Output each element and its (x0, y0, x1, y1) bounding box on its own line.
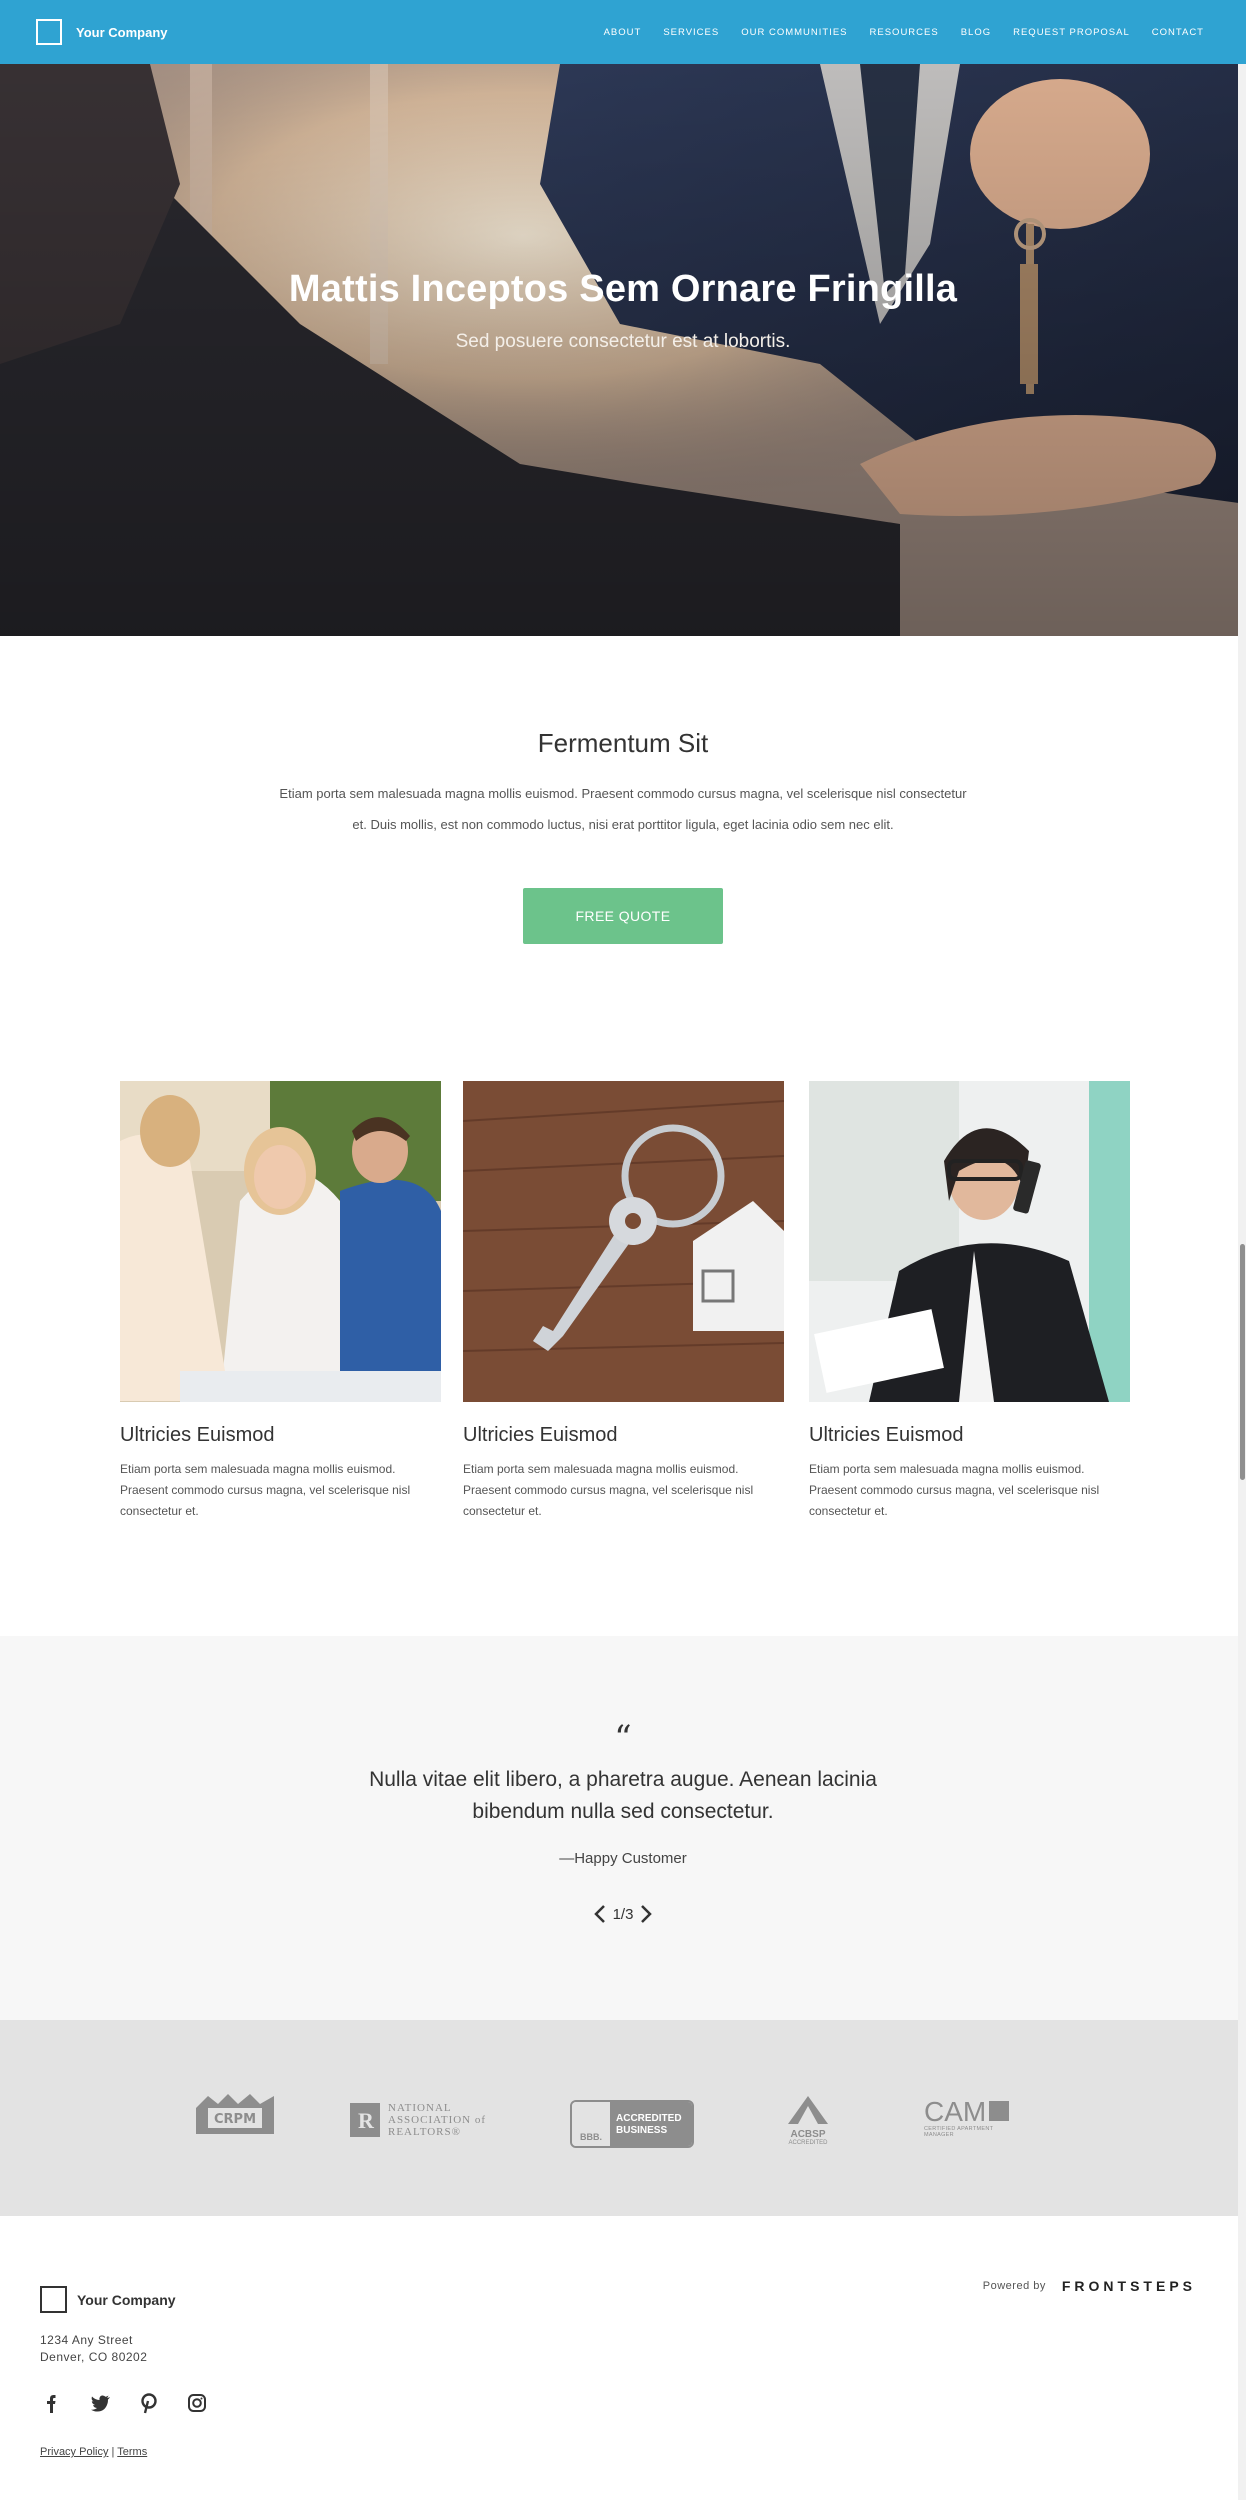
nav-item-services[interactable]: SERVICES (663, 27, 719, 38)
realtor-r-icon: R (350, 2103, 380, 2137)
free-quote-button[interactable]: FREE QUOTE (523, 888, 723, 944)
card-text: Etiam porta sem malesuada magna mollis e… (120, 1462, 411, 1518)
acbsp-text: ACBSP (790, 2129, 826, 2140)
pager-count: 1/3 (612, 1905, 634, 1923)
card-image-keys (463, 1081, 784, 1402)
crpm-text: CRPM (214, 2112, 256, 2127)
card-image-woman-phone (809, 1081, 1130, 1402)
page-scrollbar[interactable] (1238, 0, 1246, 2500)
feature-card: Ultricies Euismod Etiam porta sem malesu… (120, 1081, 441, 1522)
nar-line2: ASSOCIATION of (388, 2114, 487, 2126)
main-menu: ABOUT SERVICES OUR COMMUNITIES RESOURCES… (604, 27, 1204, 38)
nar-logo: R NATIONAL ASSOCIATION of REALTORS® (350, 2102, 486, 2138)
powered-by[interactable]: Powered by FRONTSTEPS (983, 2278, 1196, 2294)
accreditation-logos: CRPM R NATIONAL ASSOCIATION of REALTORS®… (0, 2020, 1246, 2216)
address-line1: 1234 Any Street (40, 2333, 133, 2347)
nav-item-blog[interactable]: BLOG (961, 27, 991, 38)
bbb-line1: ACCREDITED (616, 2113, 682, 2124)
acbsp-logo: ACBSP ACCREDITED (783, 2096, 833, 2146)
card-photo (809, 1081, 1130, 1402)
brand-name: Your Company (76, 24, 168, 40)
card-image-couple (120, 1081, 441, 1402)
intro-text: Etiam porta sem malesuada magna mollis e… (279, 786, 967, 832)
scrollbar-thumb[interactable] (1240, 1244, 1245, 1480)
brand-logo-link[interactable]: Your Company (36, 19, 168, 45)
hero-subtitle: Sed posuere consectetur est at lobortis. (455, 331, 791, 352)
social-links (40, 2392, 210, 2414)
acbsp-subtext: ACCREDITED (788, 2140, 828, 2146)
frontsteps-logo: FRONTSTEPS (1061, 2278, 1196, 2294)
testimonial-quote: Nulla vitae elit libero, a pharetra augu… (369, 1768, 877, 1823)
crpm-logo: CRPM (194, 2090, 276, 2145)
card-title: Ultricies Euismod (463, 1424, 618, 1446)
nav-item-resources[interactable]: RESOURCES (870, 27, 939, 38)
footer-brand-name: Your Company (77, 2291, 176, 2308)
terms-link[interactable]: Terms (117, 2446, 147, 2458)
nav-item-contact[interactable]: CONTACT (1152, 27, 1204, 38)
logo-placeholder-icon (40, 2286, 67, 2313)
intro-title: Fermentum Sit (537, 728, 709, 758)
card-title: Ultricies Euismod (120, 1424, 275, 1446)
quote-mark-icon: “ (614, 1718, 632, 1758)
hero-title: Mattis Inceptos Sem Ornare Fringilla (288, 268, 958, 310)
testimonial-section: “ Nulla vitae elit libero, a pharetra au… (0, 1636, 1246, 2020)
privacy-policy-link[interactable]: Privacy Policy (40, 2446, 108, 2458)
cam-badge-icon (989, 2101, 1010, 2121)
cam-logo: CAM CERTIFIED APARTMENT MANAGER (924, 2096, 1010, 2138)
footer: Your Company 1234 Any Street Denver, CO … (0, 2216, 1246, 2500)
card-photo (463, 1081, 784, 1402)
cam-small2: MANAGER (924, 2132, 954, 2138)
card-text: Etiam porta sem malesuada magna mollis e… (463, 1462, 754, 1518)
facebook-icon[interactable] (40, 2392, 66, 2414)
card-photo (120, 1081, 441, 1402)
instagram-icon[interactable] (184, 2392, 210, 2414)
feature-card: Ultricies Euismod Etiam porta sem malesu… (809, 1081, 1130, 1522)
card-text: Etiam porta sem malesuada magna mollis e… (809, 1462, 1100, 1518)
bbb-mark: BBB. (580, 2132, 602, 2142)
card-title: Ultricies Euismod (809, 1424, 964, 1446)
chevron-left-icon[interactable] (593, 1904, 607, 1924)
address-line2: Denver, CO 80202 (40, 2350, 148, 2364)
feature-card: Ultricies Euismod Etiam porta sem malesu… (463, 1081, 784, 1522)
nar-line3: REALTORS® (388, 2126, 461, 2138)
cam-main: CAM (924, 2096, 987, 2127)
pinterest-icon[interactable] (136, 2392, 162, 2414)
powered-by-label: Powered by (982, 2280, 1046, 2292)
nav-item-about[interactable]: ABOUT (604, 27, 642, 38)
chevron-right-icon[interactable] (639, 1904, 653, 1924)
bbb-logo: BBB. ACCREDITED BUSINESS (570, 2100, 694, 2148)
footer-brand[interactable]: Your Company (40, 2286, 176, 2313)
intro-section: Fermentum Sit Etiam porta sem malesuada … (0, 636, 1246, 1036)
logo-placeholder-icon (36, 19, 62, 45)
bbb-line2: BUSINESS (616, 2125, 668, 2136)
twitter-icon[interactable] (88, 2392, 114, 2414)
top-navbar: Your Company ABOUT SERVICES OUR COMMUNIT… (0, 0, 1246, 64)
testimonial-author: —Happy Customer (559, 1850, 687, 1867)
footer-legal: Privacy Policy | Terms (40, 2446, 147, 2458)
nar-line1: NATIONAL (388, 2102, 452, 2114)
footer-address: 1234 Any Street Denver, CO 80202 (40, 2332, 147, 2366)
testimonial-pager: 1/3 (0, 1904, 1246, 1924)
hero-banner: Mattis Inceptos Sem Ornare Fringilla Sed… (0, 64, 1246, 636)
nav-item-our-communities[interactable]: OUR COMMUNITIES (741, 27, 847, 38)
legal-separator: | (111, 2446, 115, 2458)
nav-item-request-proposal[interactable]: REQUEST PROPOSAL (1013, 27, 1130, 38)
